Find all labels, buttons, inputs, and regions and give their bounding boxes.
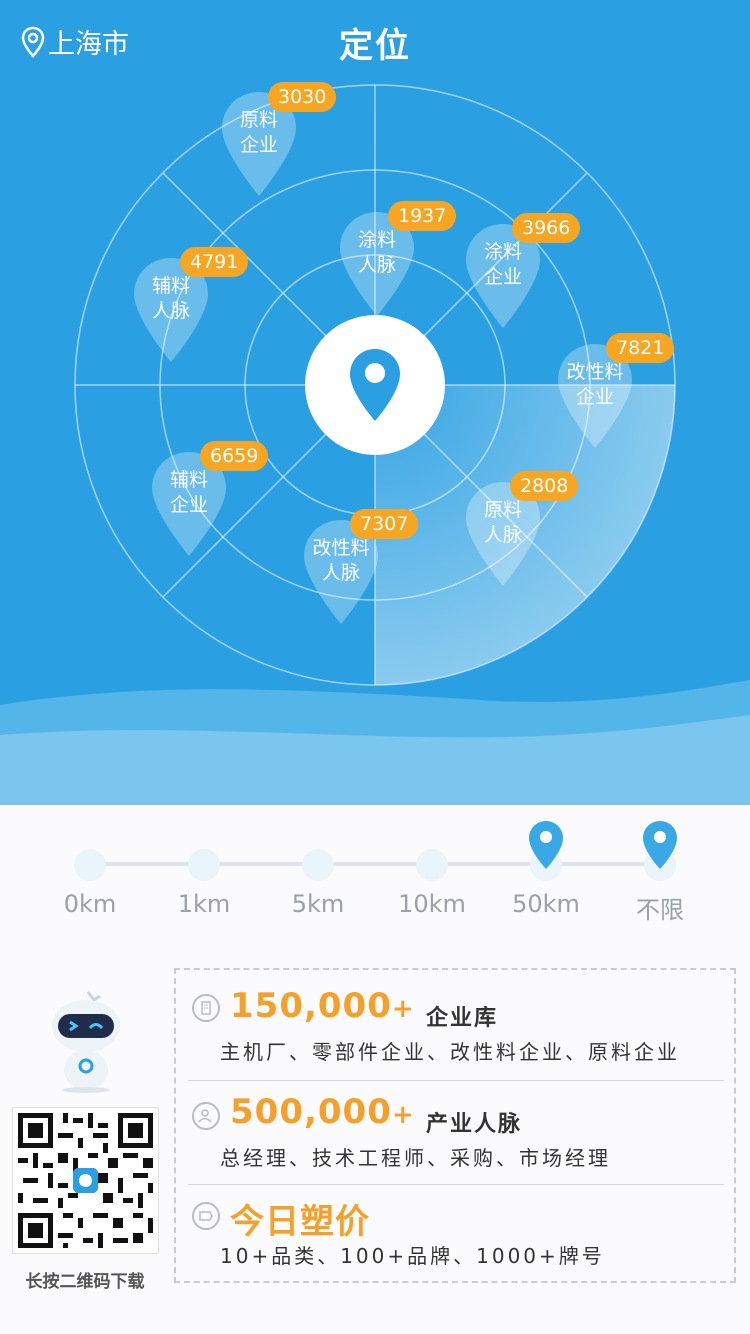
- qr-caption: 长按二维码下载: [25, 1272, 145, 1292]
- center-location-button[interactable]: [305, 315, 445, 455]
- slider-stop-5km[interactable]: [302, 849, 334, 881]
- count-badge: 4791: [180, 247, 249, 277]
- distance-label[interactable]: 10km: [382, 890, 482, 918]
- slider-stop-0km[interactable]: [74, 849, 106, 881]
- count-badge: 1937: [388, 201, 457, 231]
- qr-code-image-icon: [13, 1108, 158, 1253]
- distance-label[interactable]: 1km: [154, 890, 254, 918]
- stat-number: 150,000: [230, 986, 392, 1026]
- page-title: 定位: [339, 26, 411, 66]
- count-badge: 3030: [268, 82, 337, 112]
- count-badge: 7821: [606, 333, 675, 363]
- robot-mascot-icon: [52, 991, 120, 1093]
- stat-description: 10+品类、100+品牌、1000+牌号: [220, 1244, 605, 1268]
- row-divider: [188, 1080, 724, 1081]
- radar-panel: 上海市 定位 原料 企业 3030 涂料 人脉 1937 涂料 企业 3966 辅料人…: [0, 0, 750, 805]
- slider-stop-1km[interactable]: [188, 849, 220, 881]
- count-badge: 7307: [350, 509, 419, 539]
- price-tag-icon: [192, 1202, 220, 1230]
- promo-info-box: 150,000+ 企业库 主机厂、零部件企业、改性料企业、原料企业 500,00…: [174, 968, 736, 1283]
- people-icon: [192, 1102, 220, 1130]
- stat-tag: 产业人脉: [426, 1112, 523, 1137]
- stat-description: 总经理、技术工程师、采购、市场经理: [220, 1146, 611, 1170]
- count-badge: 2808: [510, 471, 579, 501]
- slider-stop-10km[interactable]: [416, 849, 448, 881]
- row-divider: [188, 1184, 724, 1185]
- selected-range-end-marker-icon[interactable]: [642, 820, 678, 870]
- stat-tag: 企业库: [426, 1006, 499, 1031]
- distance-label[interactable]: 0km: [40, 890, 140, 918]
- distance-label[interactable]: 5km: [268, 890, 368, 918]
- stat-description: 主机厂、零部件企业、改性料企业、原料企业: [220, 1040, 680, 1064]
- building-icon: [192, 994, 220, 1022]
- slider-track[interactable]: [90, 862, 660, 866]
- distance-label[interactable]: 不限: [610, 890, 710, 925]
- count-badge: 6659: [200, 441, 269, 471]
- stat-number: 今日塑价: [230, 1202, 370, 1242]
- location-pin-icon: [350, 349, 400, 421]
- selected-range-start-marker-icon[interactable]: [528, 820, 564, 870]
- qr-code[interactable]: [12, 1107, 159, 1254]
- distance-label[interactable]: 50km: [496, 890, 596, 918]
- stat-number: 500,000: [230, 1092, 392, 1132]
- count-badge: 3966: [512, 213, 581, 243]
